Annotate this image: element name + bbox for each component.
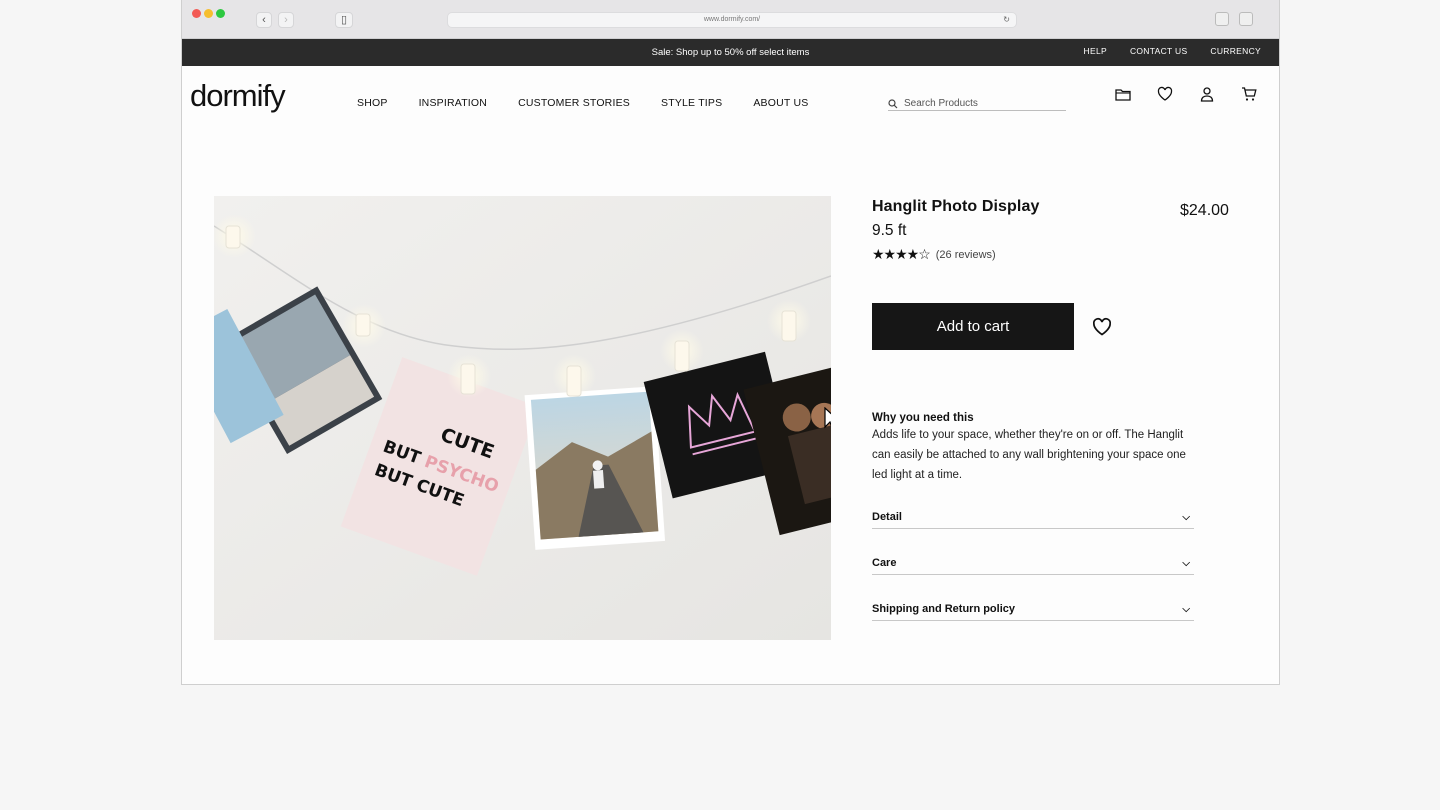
product-rating[interactable]: ★★★★☆ (26 reviews) <box>872 246 1252 263</box>
search-placeholder: Search Products <box>904 98 978 109</box>
chevron-down-icon: ⌵ <box>1182 557 1190 569</box>
star-rating-icon: ★★★★☆ <box>872 246 931 262</box>
minimize-window-button[interactable] <box>204 9 213 18</box>
tabs-icon[interactable] <box>1239 12 1253 26</box>
cart-icon[interactable] <box>1241 86 1257 102</box>
nav-inspiration[interactable]: INSPIRATION <box>419 97 488 109</box>
accordion-care-label: Care <box>872 557 897 569</box>
chevron-down-icon: ⌵ <box>1182 603 1190 615</box>
site-header: dormify SHOP INSPIRATION CUSTOMER STORIE… <box>182 66 1279 146</box>
nav-customer-stories[interactable]: CUSTOMER STORIES <box>518 97 630 109</box>
maximize-window-button[interactable] <box>216 9 225 18</box>
product-image[interactable]: CUTE BUT PSYCHO BUT CUTE <box>214 196 831 640</box>
search-input[interactable]: Search Products <box>888 97 1066 111</box>
accordion-detail[interactable]: Detail ⌵ <box>872 511 1194 529</box>
mouse-pointer-icon <box>824 407 831 429</box>
share-icon[interactable] <box>1215 12 1229 26</box>
product-variant: 9.5 ft <box>872 222 907 239</box>
heart-icon[interactable] <box>1157 86 1173 102</box>
why-heading: Why you need this <box>872 412 974 424</box>
product-details: Hanglit Photo Display $24.00 9.5 ft ★★★★… <box>872 198 1252 621</box>
sidebar-toggle-icon[interactable]: ▯ <box>335 12 353 28</box>
product-price: $24.00 <box>1180 202 1229 219</box>
url-text: www.dormify.com/ <box>703 16 761 23</box>
review-count[interactable]: (26 reviews) <box>936 249 996 261</box>
why-text: Adds life to your space, whether they're… <box>872 429 1186 481</box>
nav-shop[interactable]: SHOP <box>357 97 388 109</box>
promo-bar: Sale: Shop up to 50% off select items HE… <box>182 39 1279 66</box>
browser-window: ‹ › ▯ www.dormify.com/ ↻ Sale: Shop up t… <box>181 0 1280 685</box>
add-to-cart-button[interactable]: Add to cart <box>872 303 1074 350</box>
user-icon[interactable] <box>1199 86 1215 102</box>
main-nav: SHOP INSPIRATION CUSTOMER STORIES STYLE … <box>357 97 808 109</box>
back-button[interactable]: ‹ <box>256 12 272 28</box>
currency-link[interactable]: CURRENCY <box>1210 46 1261 56</box>
photo-string-lights-illustration: CUTE BUT PSYCHO BUT CUTE <box>214 196 831 640</box>
search-icon <box>888 98 898 108</box>
accordion-shipping-label: Shipping and Return policy <box>872 603 1015 615</box>
nav-about-us[interactable]: ABOUT US <box>753 97 808 109</box>
nav-style-tips[interactable]: STYLE TIPS <box>661 97 722 109</box>
forward-button[interactable]: › <box>278 12 294 28</box>
folder-icon[interactable] <box>1115 86 1131 102</box>
why-section: Why you need this Adds life to your spac… <box>872 412 1252 485</box>
close-window-button[interactable] <box>192 9 201 18</box>
site-logo[interactable]: dormify <box>190 78 286 114</box>
accordion-detail-label: Detail <box>872 511 902 523</box>
reload-icon[interactable]: ↻ <box>1003 13 1010 27</box>
accordion-shipping[interactable]: Shipping and Return policy ⌵ <box>872 603 1194 621</box>
browser-toolbar: ‹ › ▯ www.dormify.com/ ↻ <box>182 0 1279 39</box>
chevron-down-icon: ⌵ <box>1182 511 1190 523</box>
help-link[interactable]: HELP <box>1084 46 1107 56</box>
address-bar[interactable]: www.dormify.com/ ↻ <box>447 12 1017 28</box>
accordion-care[interactable]: Care ⌵ <box>872 557 1194 575</box>
contact-us-link[interactable]: CONTACT US <box>1130 46 1187 56</box>
wishlist-heart-icon[interactable] <box>1092 317 1112 337</box>
